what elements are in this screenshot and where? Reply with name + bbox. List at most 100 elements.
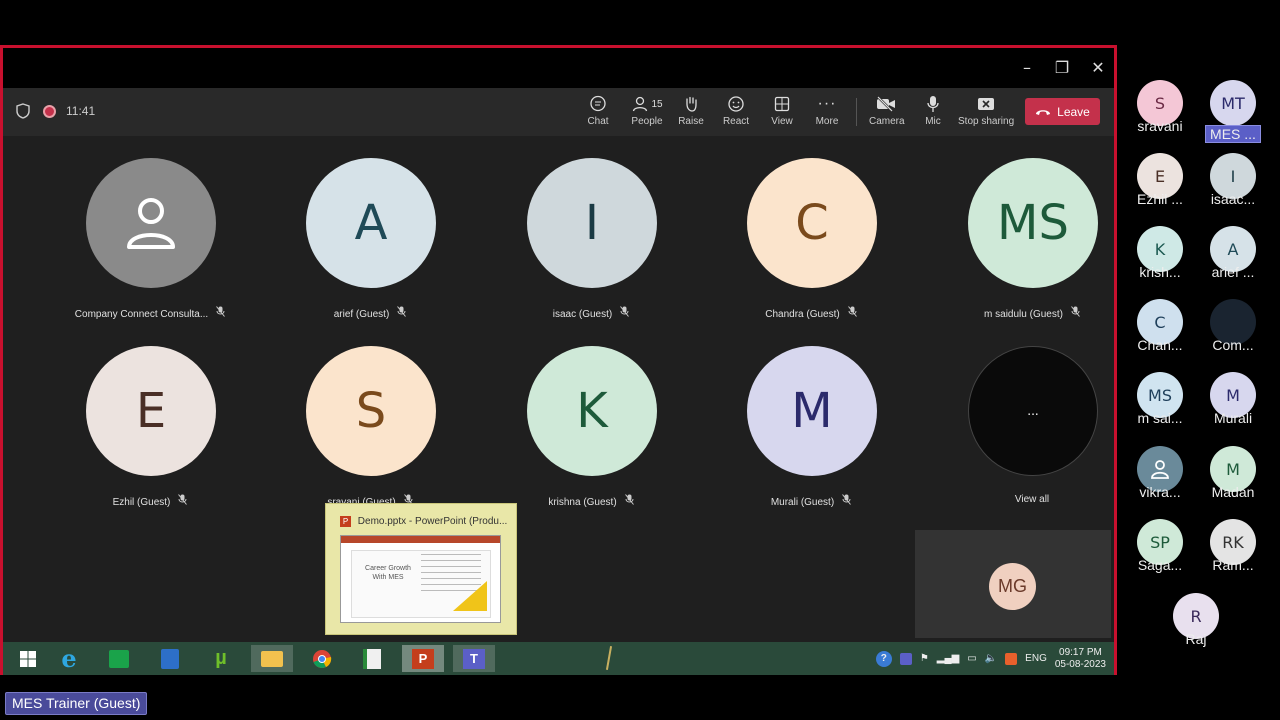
gallery-participant[interactable]: M Madan	[1196, 446, 1270, 506]
participant-name: m saidulu (Guest)	[922, 306, 1142, 320]
participant-avatar: MT	[1210, 80, 1256, 126]
file-explorer-icon[interactable]	[251, 645, 293, 672]
teams-icon[interactable]: T	[453, 645, 495, 672]
meeting-timer: 11:41	[66, 104, 96, 118]
mic-muted-icon	[1071, 306, 1080, 320]
gallery-participant[interactable]: E Ezhil ...	[1123, 153, 1197, 213]
restore-icon[interactable]: ❐	[1050, 56, 1074, 80]
stop-sharing-button[interactable]: Stop sharing	[958, 94, 1014, 130]
language-indicator[interactable]: ENG	[1025, 653, 1047, 664]
speaker-caption: MES Trainer (Guest)	[5, 692, 148, 715]
utorrent-icon[interactable]: µ	[200, 645, 242, 672]
more-button[interactable]: ··· More	[812, 94, 842, 130]
gallery-participant[interactable]: R Raj	[1159, 593, 1233, 653]
network-icon[interactable]: ▂▄▆	[937, 653, 959, 664]
gallery-participant[interactable]: MT MES ...	[1196, 80, 1270, 143]
raise-hand-button[interactable]: Raise	[676, 94, 706, 130]
spreadsheet-icon[interactable]	[351, 645, 393, 672]
chrome-icon[interactable]	[301, 645, 343, 672]
gallery-participant[interactable]: M Murali	[1196, 372, 1270, 432]
mic-muted-icon	[847, 306, 857, 320]
participant-avatar: MS	[968, 158, 1098, 288]
gallery-participant[interactable]: MS m sai...	[1123, 372, 1197, 432]
powerpoint-icon[interactable]: P	[402, 645, 444, 672]
participant-name: krish...	[1139, 264, 1181, 280]
gallery-participant[interactable]: Iisaac...	[1196, 153, 1270, 213]
participant-tile[interactable]: Aarief (Guest)	[260, 158, 480, 333]
gallery-participant[interactable]: C Chan...	[1123, 299, 1197, 359]
participant-tile[interactable]: E Ezhil (Guest)	[40, 346, 260, 521]
slide-title: Career Growth With MES	[365, 565, 411, 581]
participant-tile[interactable]: Ssravani (Guest)	[260, 346, 480, 521]
gallery-participant[interactable]: Aarief ...	[1196, 226, 1270, 286]
minimize-icon[interactable]: –	[1015, 56, 1039, 80]
participant-name: m sai...	[1137, 410, 1183, 426]
taskbar-preview-popup[interactable]: P Demo.pptx - PowerPoint (Produ... Caree…	[325, 503, 517, 635]
windows-taskbar: e µ PT ? ⚑ ▂▄▆ ▭ 🔈 ENG 09:17 PM 05-08-2023	[3, 642, 1114, 675]
participant-name: Murali	[1213, 410, 1253, 426]
mic-muted-icon	[620, 306, 630, 320]
battery-icon[interactable]: ▭	[967, 653, 976, 664]
participant-tile[interactable]: Kkrishna (Guest)	[481, 346, 701, 521]
participant-name: vikra...	[1139, 484, 1181, 500]
flag-icon[interactable]: ⚑	[920, 653, 929, 664]
mic-muted-icon	[397, 306, 407, 320]
teams-tray-icon[interactable]	[899, 652, 912, 665]
gallery-participant[interactable]: SP Saga...	[1123, 519, 1197, 579]
slide-preview: Career Growth With MES	[340, 535, 501, 623]
close-icon[interactable]: ✕	[1086, 56, 1110, 80]
people-button[interactable]: 15 People	[627, 94, 667, 130]
internet-explorer-icon[interactable]: e	[48, 644, 90, 673]
self-view[interactable]: MG	[915, 530, 1111, 638]
app-tray-icon[interactable]	[1005, 652, 1018, 665]
participant-name: Chan...	[1137, 337, 1183, 353]
participant-avatar: M	[747, 346, 877, 476]
person-icon	[127, 198, 175, 249]
view-button[interactable]: View	[767, 94, 797, 130]
more-dots-icon: ···	[817, 95, 837, 112]
participant-avatar: I	[527, 158, 657, 288]
people-count: 15	[651, 98, 663, 110]
participant-tile[interactable]: C Chandra (Guest)	[701, 158, 921, 333]
notepad-icon[interactable]	[149, 645, 191, 672]
screen: – ❐ ✕ 11:41 Chat 15 People Raise React V…	[0, 0, 1280, 720]
gallery-participant[interactable]: RK Ram...	[1196, 519, 1270, 579]
chat-button[interactable]: Chat	[583, 94, 613, 130]
grid-icon	[767, 94, 797, 114]
help-icon[interactable]: ?	[875, 650, 892, 667]
camera-button[interactable]: Camera	[869, 94, 905, 130]
volume-icon[interactable]: 🔈	[985, 653, 997, 664]
windows-start-icon[interactable]	[7, 645, 49, 672]
gallery-participant[interactable]: Kkrish...	[1123, 226, 1197, 286]
participant-tile[interactable]: M Murali (Guest)	[701, 346, 921, 521]
recording-icon	[43, 105, 56, 118]
participant-name: Raj	[1185, 631, 1207, 647]
hand-icon	[676, 94, 706, 114]
gallery-participant[interactable]: vikra...	[1123, 446, 1197, 506]
preview-title: Demo.pptx - PowerPoint (Produ...	[357, 516, 508, 527]
participant-name: Madan	[1211, 484, 1255, 500]
leave-button[interactable]: Leave	[1025, 98, 1100, 125]
people-icon: 15	[627, 94, 667, 114]
participant-name: Saga...	[1137, 557, 1183, 573]
gallery-participant[interactable]: Ssravani	[1123, 80, 1197, 140]
participant-name: sravani	[1137, 118, 1183, 134]
participant-avatar	[86, 158, 216, 288]
participant-tile[interactable]: Iisaac (Guest)	[481, 158, 701, 333]
view-all-tile[interactable]: ... View all	[922, 346, 1142, 521]
participant-avatar: A	[306, 158, 436, 288]
clock[interactable]: 09:17 PM 05-08-2023	[1055, 647, 1106, 671]
participant-name: MES ...	[1205, 125, 1261, 143]
stop-share-icon	[958, 94, 1014, 114]
person-icon	[1151, 460, 1169, 479]
store-icon[interactable]	[98, 645, 140, 672]
participant-name: Ezhil ...	[1137, 191, 1183, 207]
mic-button[interactable]: Mic	[920, 94, 946, 130]
chat-icon	[583, 94, 613, 114]
participant-tile[interactable]: Company Connect Consulta...	[40, 158, 260, 333]
shield-icon	[16, 103, 30, 119]
participant-tile[interactable]: MS m saidulu (Guest)	[922, 158, 1142, 333]
gallery-participant[interactable]: Com...	[1196, 299, 1270, 359]
shared-window: – ❐ ✕ 11:41 Chat 15 People Raise React V…	[0, 45, 1117, 675]
react-button[interactable]: React	[721, 94, 751, 130]
